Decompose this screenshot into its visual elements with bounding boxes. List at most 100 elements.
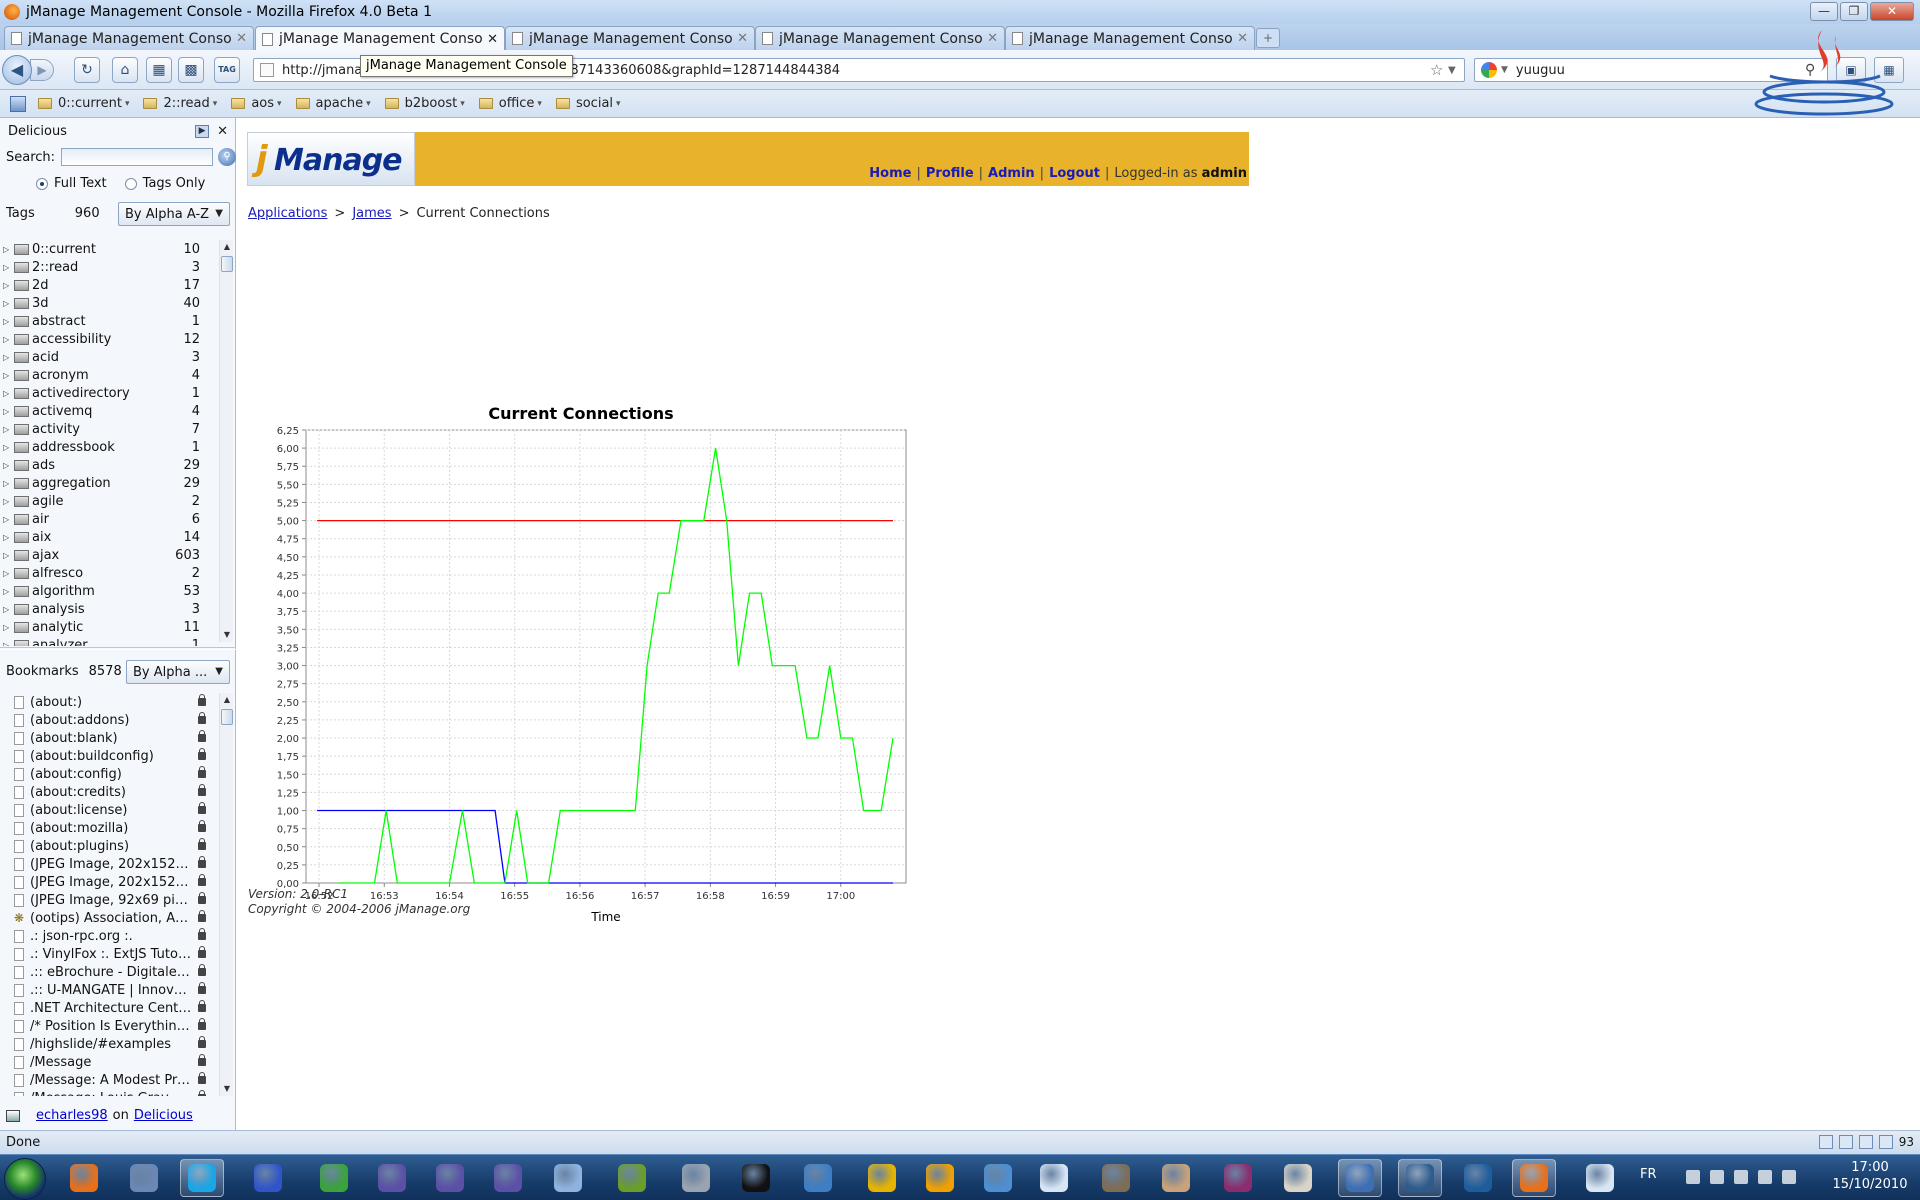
bookmarks-sort-select[interactable]: By Alpha ... ▼ [126,660,230,684]
expand-arrow-icon[interactable]: ▷ [3,353,11,362]
tags-sort-select[interactable]: By Alpha A-Z ▼ [118,202,230,226]
bookmark-item[interactable]: /Message: A Modest Pro... [0,1071,222,1089]
tag-item[interactable]: ▷ analysis 3 [0,600,222,618]
extensions-menu-icon[interactable]: ▦ [1874,57,1904,83]
bookmarks-scrollbar[interactable]: ▲ ▼ [219,693,233,1096]
tag-item[interactable]: ▷ analyzer 1 [0,636,222,646]
taskbar-app[interactable] [486,1159,530,1197]
close-tab-icon[interactable]: ✕ [236,31,247,46]
url-history-dropdown-icon[interactable]: ▼ [1448,65,1464,76]
bookmark-folder-b2boost[interactable]: b2boost ▾ [384,96,465,111]
tab-3[interactable]: jManage Management Console ✕ [505,26,755,50]
bookmark-item[interactable]: (about:buildconfig) [0,747,222,765]
home-button[interactable]: ⌂ [112,57,138,83]
radio-tags-only[interactable]: Tags Only [124,176,205,191]
bookmark-folder-social[interactable]: social ▾ [555,96,621,111]
pin-sidebar-icon[interactable]: ▶ [195,124,210,138]
breadcrumb-applications[interactable]: Applications [248,206,327,221]
sidebar-search-input[interactable] [61,148,214,166]
close-tab-icon[interactable]: ✕ [987,31,998,46]
bookmark-item[interactable]: ❋ (ootips) Association, Agg... [0,909,222,927]
expand-arrow-icon[interactable]: ▷ [3,443,11,452]
bookmark-item[interactable]: /Message: Louis Gray on... [0,1089,222,1096]
tile-tabs-icon[interactable]: ▦ [146,57,172,83]
home-link[interactable]: Home [869,166,911,181]
tag-item[interactable]: ▷ activemq 4 [0,402,222,420]
breadcrumb-james[interactable]: James [352,206,391,221]
expand-arrow-icon[interactable]: ▷ [3,317,11,326]
taskbar-app[interactable] [674,1159,718,1197]
tag-item[interactable]: ▷ air 6 [0,510,222,528]
minimize-button[interactable]: — [1810,2,1838,21]
expand-arrow-icon[interactable]: ▷ [3,245,11,254]
bookmark-star-icon[interactable]: ☆ [1430,61,1448,79]
expand-arrow-icon[interactable]: ▷ [3,479,11,488]
taskbar-app[interactable] [180,1159,224,1197]
tag-item[interactable]: ▷ activity 7 [0,420,222,438]
tag-item[interactable]: ▷ algorithm 53 [0,582,222,600]
tag-item[interactable]: ▷ 0::current 10 [0,240,222,258]
taskbar-app[interactable] [1338,1159,1382,1197]
maximize-button[interactable]: ❐ [1840,2,1868,21]
bookmark-folder-apache[interactable]: apache ▾ [295,96,371,111]
close-sidebar-icon[interactable]: ✕ [217,124,228,139]
taskbar-app[interactable] [734,1159,778,1197]
logout-link[interactable]: Logout [1049,166,1100,181]
taskbar-app[interactable] [1456,1159,1500,1197]
tag-item[interactable]: ▷ agile 2 [0,492,222,510]
bookmark-folder-aos[interactable]: aos ▾ [231,96,282,111]
expand-arrow-icon[interactable]: ▷ [3,425,11,434]
bookmark-item[interactable]: (about:credits) [0,783,222,801]
sidebar-search-go-icon[interactable]: ⚲ [218,148,237,166]
taskbar-app[interactable] [976,1159,1020,1197]
close-tab-icon[interactable]: ✕ [487,32,498,47]
tag-item[interactable]: ▷ analytic 11 [0,618,222,636]
bookmark-item[interactable]: /highslide/#examples [0,1035,222,1053]
bookmark-item[interactable]: (JPEG Image, 202x152 pi... [0,855,222,873]
bookmark-item[interactable]: .NET Architecture Center... [0,999,222,1017]
taskbar-app[interactable] [1512,1159,1556,1197]
search-bar[interactable]: ▼ yuuguu ⚲ [1474,58,1828,82]
bookmark-item[interactable]: (about:config) [0,765,222,783]
taskbar-app[interactable] [122,1159,166,1197]
taskbar-app[interactable] [918,1159,962,1197]
tag-item[interactable]: ▷ alfresco 2 [0,564,222,582]
expand-arrow-icon[interactable]: ▷ [3,569,11,578]
taskbar-app[interactable] [1094,1159,1138,1197]
power-icon[interactable] [1734,1170,1748,1184]
google-engine-icon[interactable] [1481,62,1497,78]
bookmark-item[interactable]: .:: eBrochure - Digitale br... [0,963,222,981]
expand-arrow-icon[interactable]: ▷ [3,335,11,344]
taskbar-app[interactable] [1276,1159,1320,1197]
bookmark-item[interactable]: .: VinylFox :. ExtJS Tutoria... [0,945,222,963]
tag-item[interactable]: ▷ aix 14 [0,528,222,546]
bookmark-folder-office[interactable]: office ▾ [478,96,542,111]
bookmark-item[interactable]: .:: U-MANGATE | Innovat... [0,981,222,999]
bookmark-folder-0-current[interactable]: 0::current ▾ [38,96,129,111]
taskbar-app[interactable] [246,1159,290,1197]
flag-icon[interactable] [1710,1170,1724,1184]
expand-arrow-icon[interactable]: ▷ [3,407,11,416]
volume-icon[interactable] [1782,1170,1796,1184]
language-indicator[interactable]: FR [1640,1167,1657,1182]
tag-item[interactable]: ▷ abstract 1 [0,312,222,330]
tag-item[interactable]: ▷ ajax 603 [0,546,222,564]
network-signal-icon[interactable] [1758,1170,1772,1184]
admin-link[interactable]: Admin [988,166,1035,181]
tag-item[interactable]: ▷ acid 3 [0,348,222,366]
user-link[interactable]: echarles98 [36,1108,108,1123]
new-tab-button[interactable]: + [1256,28,1280,48]
taskbar-app[interactable] [62,1159,106,1197]
bookmarks-menu-icon[interactable] [10,95,26,112]
expand-arrow-icon[interactable]: ▷ [3,623,11,632]
bookmark-folder-2-read[interactable]: 2::read ▾ [143,96,217,111]
taskbar-app[interactable] [1578,1159,1622,1197]
tag-item[interactable]: ▷ acronym 4 [0,366,222,384]
tag-item[interactable]: ▷ 3d 40 [0,294,222,312]
tab-1[interactable]: jManage Management Console ✕ [4,26,254,50]
tag-item[interactable]: ▷ activedirectory 1 [0,384,222,402]
taskbar-app[interactable] [1398,1159,1442,1197]
taskbar-app[interactable] [312,1159,356,1197]
expand-arrow-icon[interactable]: ▷ [3,515,11,524]
tag-item[interactable]: ▷ 2::read 3 [0,258,222,276]
